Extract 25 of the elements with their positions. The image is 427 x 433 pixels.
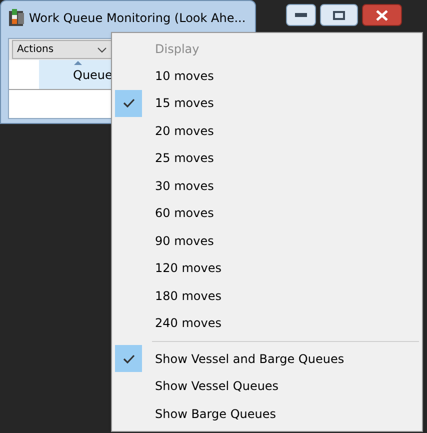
menu-item[interactable]: 25 moves — [155, 149, 214, 168]
maximize-icon — [333, 10, 345, 20]
minimize-button[interactable] — [286, 4, 316, 26]
close-button[interactable] — [362, 4, 402, 26]
maximize-button[interactable] — [320, 4, 358, 26]
menu-item[interactable]: Show Vessel Queues — [155, 377, 279, 396]
menu-item[interactable]: 60 moves — [155, 204, 214, 222]
menu-item[interactable]: 30 moves — [155, 176, 214, 195]
app-icon — [9, 9, 25, 27]
menu-item[interactable]: Show Barge Queues — [155, 404, 276, 423]
sort-arrow-icon — [74, 61, 82, 65]
menu-item[interactable]: Show Vessel and Barge Queues — [155, 350, 344, 368]
close-icon — [376, 10, 388, 20]
menu-item[interactable]: 120 moves — [155, 259, 222, 278]
menu-item[interactable]: 180 moves — [155, 286, 222, 305]
chevron-icon — [97, 46, 107, 52]
window-title: Work Queue Monitoring (Look Ahe... — [29, 10, 246, 27]
menu-header: Display — [154, 40, 200, 58]
menu-item[interactable]: 240 moves — [155, 314, 222, 332]
minimize-icon — [295, 13, 307, 17]
menu-item[interactable]: 90 moves — [155, 232, 214, 250]
actions-dropdown[interactable]: Actions — [12, 40, 112, 59]
menu-item[interactable]: 10 moves — [155, 66, 214, 85]
menu-item[interactable]: 20 moves — [155, 122, 214, 140]
menu-item[interactable]: 15 moves — [155, 94, 214, 112]
